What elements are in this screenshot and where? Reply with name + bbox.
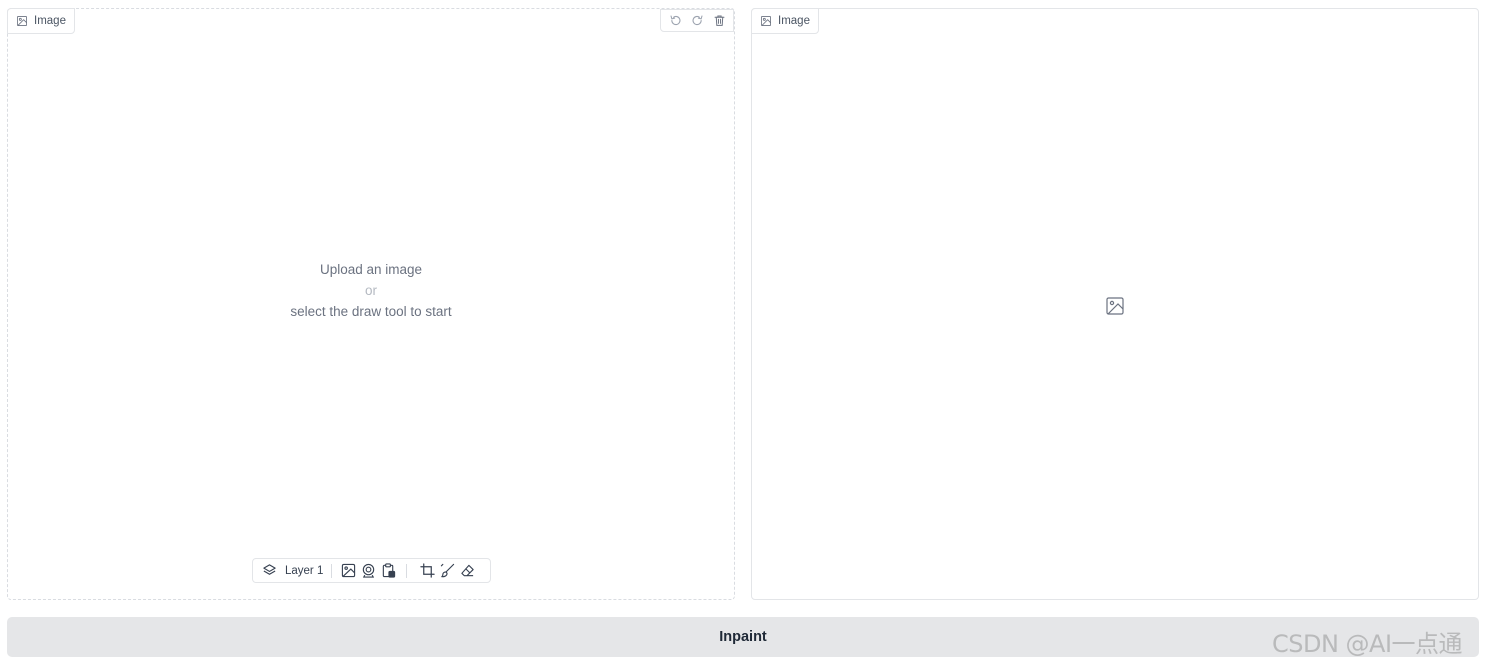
layer-label: Layer 1: [285, 564, 324, 577]
webcam-icon: [362, 563, 375, 578]
editor-toolbar: Layer 1: [252, 558, 491, 583]
clear-button[interactable]: [708, 10, 730, 31]
webcam-button[interactable]: [358, 561, 378, 581]
image-icon: [761, 16, 771, 26]
undo-button[interactable]: [664, 10, 686, 31]
redo-icon: [692, 15, 702, 26]
layer-selector[interactable]: Layer 1: [259, 563, 331, 578]
output-label: Image: [751, 8, 819, 34]
image-placeholder-icon: [1106, 297, 1124, 315]
upload-prompt[interactable]: Upload an image or select the draw tool …: [8, 259, 734, 322]
eraser-button[interactable]: [457, 561, 477, 581]
redo-button[interactable]: [686, 10, 708, 31]
upload-prompt-line1: Upload an image: [319, 262, 423, 277]
brush-icon: [440, 563, 455, 578]
upload-prompt-line3: select the draw tool to start: [290, 304, 452, 319]
history-controls: [660, 9, 734, 32]
crop-icon: [420, 563, 435, 578]
trash-icon: [714, 15, 724, 26]
paste-clipboard-button[interactable]: [378, 561, 398, 581]
upload-image-icon: [341, 563, 356, 578]
editor-label-text: Image: [34, 15, 66, 27]
undo-icon: [670, 15, 680, 26]
image-output-panel: Image: [751, 8, 1479, 600]
editor-label: Image: [7, 8, 75, 34]
brush-button[interactable]: [437, 561, 457, 581]
eraser-icon: [461, 564, 474, 577]
upload-image-button[interactable]: [338, 561, 358, 581]
toolbar-divider: [406, 563, 408, 578]
upload-prompt-or: or: [364, 283, 377, 298]
inpaint-button[interactable]: Inpaint: [7, 617, 1479, 657]
image-editor-panel[interactable]: Image Upload an image or select the draw…: [7, 8, 735, 600]
clipboard-icon: [382, 563, 396, 578]
output-label-text: Image: [778, 15, 810, 27]
layers-icon: [263, 564, 276, 575]
image-icon: [17, 16, 27, 26]
toolbar-divider: [331, 563, 333, 578]
crop-button[interactable]: [417, 561, 437, 581]
